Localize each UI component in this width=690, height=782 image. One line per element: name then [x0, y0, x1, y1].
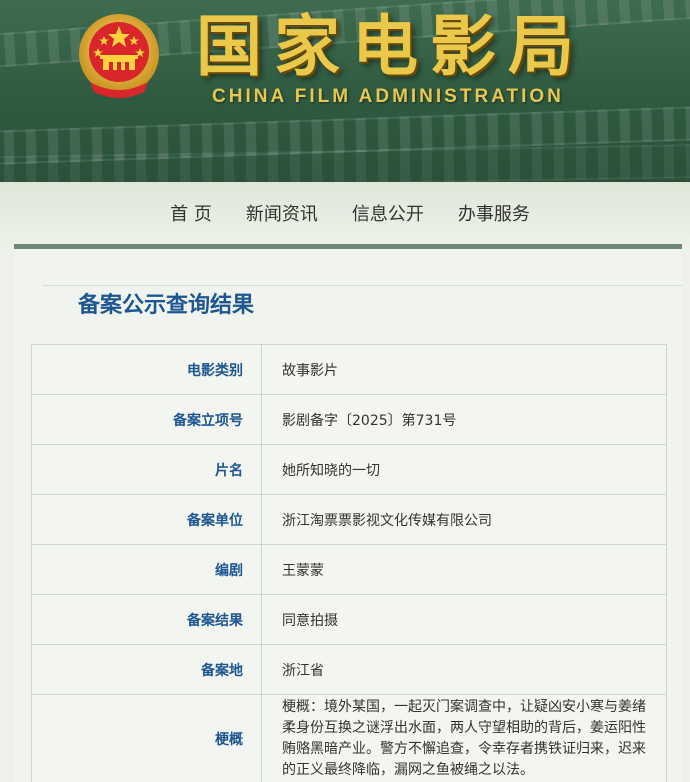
nav-item-home[interactable]: 首 页 [170, 200, 212, 226]
main-nav: 首 页 新闻资讯 信息公开 办事服务 [0, 182, 690, 244]
field-label: 备案单位 [31, 494, 262, 545]
table-row: 备案地 浙江省 [31, 644, 667, 695]
field-label: 备案结果 [31, 594, 262, 645]
site-title-chinese: 国家电影局 [196, 7, 586, 85]
table-row: 备案立项号 影剧备字〔2025〕第731号 [31, 394, 667, 445]
field-value: 故事影片 [261, 344, 667, 395]
field-value: 同意拍摄 [261, 594, 667, 645]
field-label: 编剧 [31, 544, 262, 595]
table-row: 电影类别 故事影片 [31, 344, 667, 395]
field-value: 浙江省 [261, 644, 667, 695]
table-row: 梗概 梗概：境外某国，一起灭门案调查中，让疑凶安小寒与姜绪柔身份互换之谜浮出水面… [31, 694, 667, 782]
table-row: 备案单位 浙江淘票票影视文化传媒有限公司 [31, 494, 667, 545]
field-value: 影剧备字〔2025〕第731号 [261, 394, 667, 445]
table-row: 编剧 王蒙蒙 [31, 544, 667, 595]
field-label: 备案立项号 [31, 394, 262, 445]
title-divider [42, 285, 682, 286]
page-title: 备案公示查询结果 [78, 293, 255, 318]
field-label: 电影类别 [31, 344, 262, 395]
record-table: 电影类别 故事影片 备案立项号 影剧备字〔2025〕第731号 片名 她所知晓的… [31, 344, 667, 782]
table-row: 片名 她所知晓的一切 [31, 444, 667, 495]
field-value: 浙江淘票票影视文化传媒有限公司 [261, 494, 667, 545]
synopsis-value: 梗概：境外某国，一起灭门案调查中，让疑凶安小寒与姜绪柔身份互换之谜浮出水面，两人… [261, 694, 667, 782]
field-label: 梗概 [31, 694, 262, 782]
nav-item-disclosure[interactable]: 信息公开 [352, 200, 424, 226]
nav-item-news[interactable]: 新闻资讯 [246, 200, 318, 226]
field-value: 王蒙蒙 [261, 544, 667, 595]
national-emblem-icon[interactable] [76, 12, 162, 100]
nav-item-services[interactable]: 办事服务 [458, 200, 530, 226]
field-value: 她所知晓的一切 [261, 444, 667, 495]
field-label: 片名 [31, 444, 262, 495]
header-banner: 国家电影局 CHINA FILM ADMINISTRATION [0, 0, 690, 182]
table-row: 备案结果 同意拍摄 [31, 594, 667, 645]
field-label: 备案地 [31, 644, 262, 695]
site-title-english: CHINA FILM ADMINISTRATION [212, 86, 564, 107]
